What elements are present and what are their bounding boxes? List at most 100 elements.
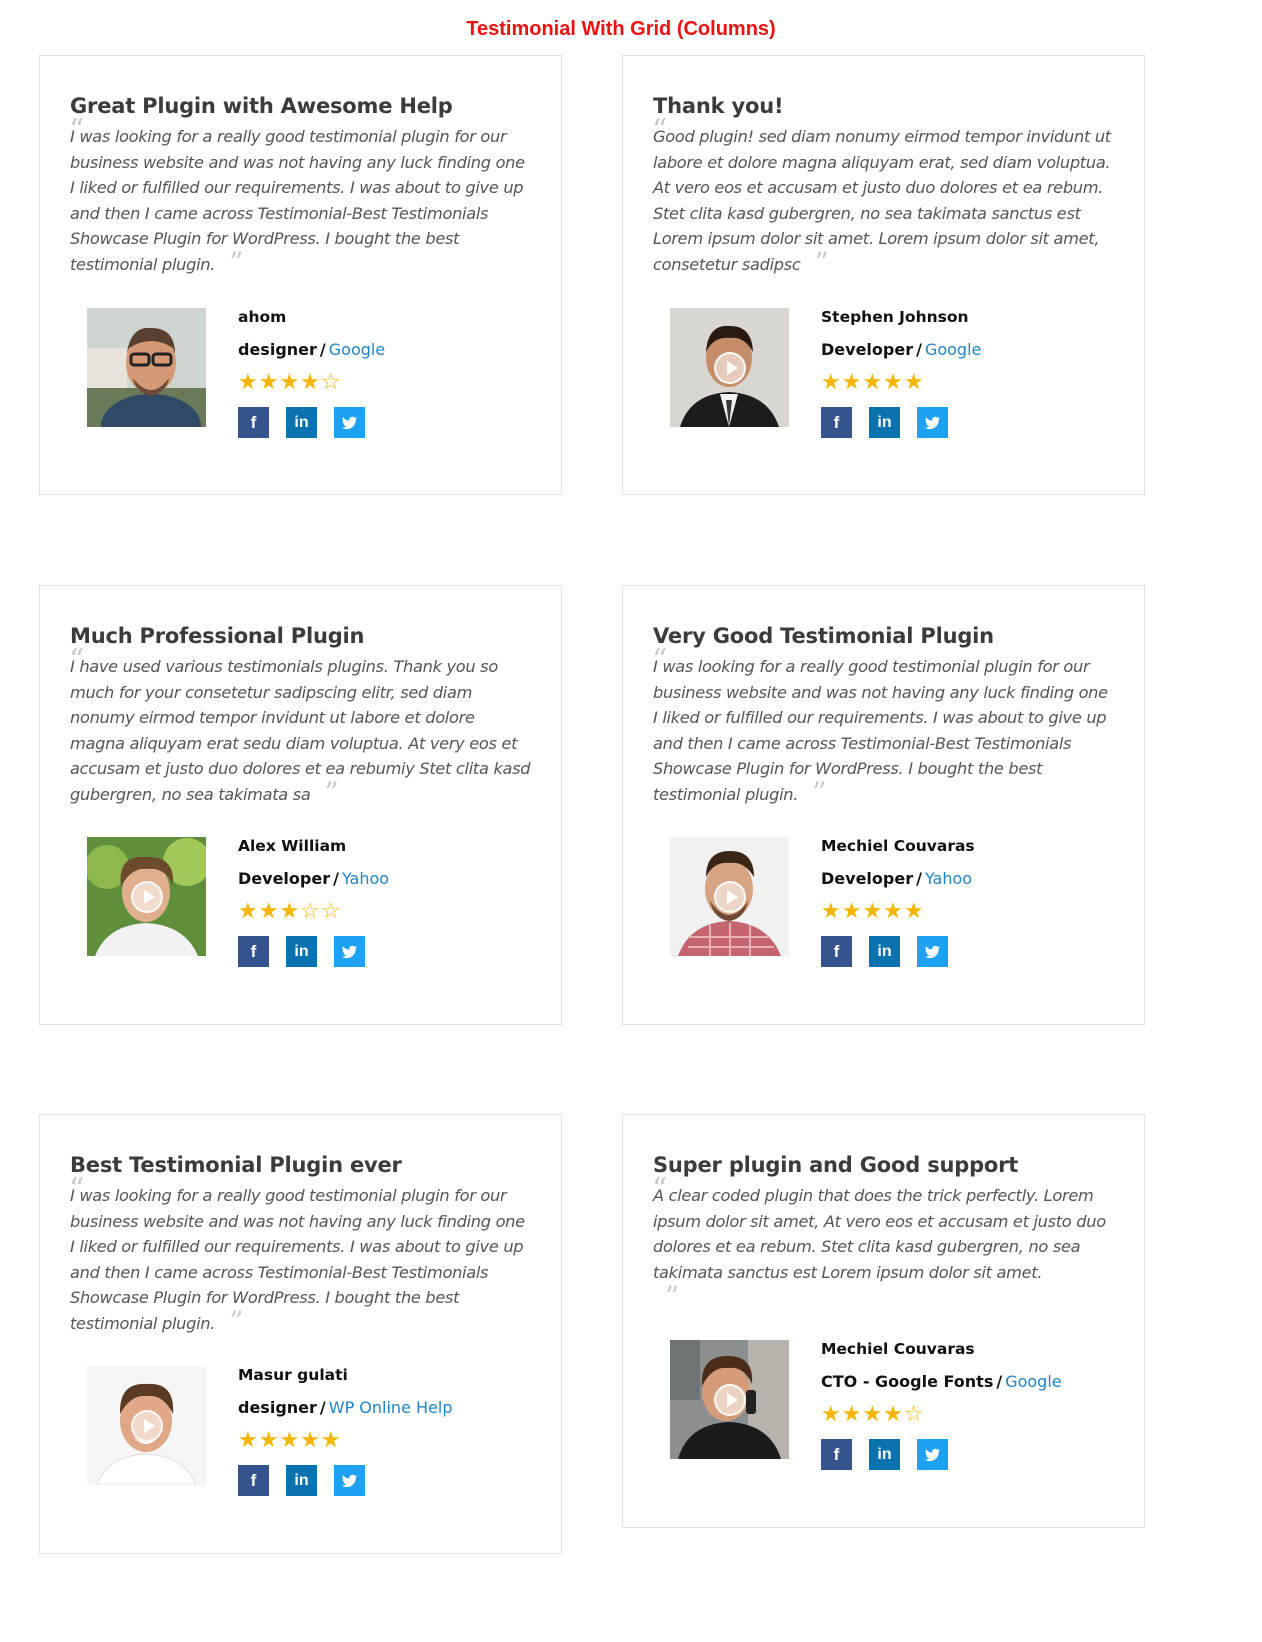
- testimonial-title: Super plugin and Good support: [653, 1153, 1019, 1177]
- testimonial-title: Much Professional Plugin: [70, 624, 365, 648]
- author-role: CTO - Google Fonts / Google: [821, 1372, 1062, 1394]
- company-link[interactable]: Google: [925, 340, 981, 359]
- author-info: Alex William Developer / Yahoo ★★★☆☆ f in: [238, 837, 389, 967]
- testimonial-quote: “ I was looking for a really good testim…: [69, 1172, 525, 1338]
- testimonial-card: Much Professional Plugin “ I have used v…: [39, 585, 562, 1025]
- twitter-icon[interactable]: [917, 407, 948, 438]
- testimonial-card: Thank you! “ Good plugin! sed diam nonum…: [622, 55, 1145, 495]
- quote-open-icon: “: [69, 643, 85, 678]
- linkedin-icon[interactable]: in: [286, 1465, 317, 1496]
- page-title: Testimonial With Grid (Columns): [466, 18, 776, 40]
- avatar[interactable]: [670, 308, 789, 427]
- social-links: f in: [238, 936, 389, 967]
- avatar[interactable]: [670, 837, 789, 956]
- role-separator: /: [996, 1372, 1003, 1391]
- quote-text: Good plugin! sed diam nonumy eirmod temp…: [653, 127, 1111, 274]
- testimonial-title: Great Plugin with Awesome Help: [70, 94, 453, 118]
- author-designation: Developer: [821, 869, 914, 888]
- testimonial-quote: “ I was looking for a really good testim…: [652, 643, 1108, 809]
- avatar: [87, 308, 206, 427]
- play-video-icon[interactable]: [131, 1410, 163, 1442]
- author-name: Stephen Johnson: [821, 308, 969, 326]
- author-info: ahom designer / Google ★★★★☆ f in: [238, 308, 385, 438]
- testimonial-card: Very Good Testimonial Plugin “ I was loo…: [622, 585, 1145, 1025]
- author-designation: Developer: [238, 869, 331, 888]
- testimonial-title: Thank you!: [653, 94, 784, 118]
- facebook-icon[interactable]: f: [238, 936, 269, 967]
- role-separator: /: [319, 340, 326, 359]
- author-designation: CTO - Google Fonts: [821, 1372, 994, 1391]
- quote-open-icon: “: [652, 113, 668, 148]
- social-links: f in: [821, 1439, 1062, 1470]
- author-name: Alex William: [238, 837, 347, 855]
- role-separator: /: [916, 869, 922, 888]
- avatar[interactable]: [87, 1366, 206, 1485]
- play-video-icon[interactable]: [714, 881, 746, 913]
- facebook-icon[interactable]: f: [238, 1465, 269, 1496]
- company-link[interactable]: Google: [329, 340, 385, 359]
- testimonial-quote: “ I have used various testimonials plugi…: [69, 643, 531, 809]
- linkedin-icon[interactable]: in: [286, 407, 317, 438]
- author-role: designer / Google: [238, 340, 385, 362]
- facebook-icon[interactable]: f: [821, 936, 852, 967]
- testimonial-card: Best Testimonial Plugin ever “ I was loo…: [39, 1114, 562, 1554]
- testimonial-card: Great Plugin with Awesome Help “ I was l…: [39, 55, 562, 495]
- twitter-icon[interactable]: [334, 936, 365, 967]
- author-designation: designer: [238, 340, 317, 359]
- author-name: Masur gulati: [238, 1366, 348, 1384]
- twitter-icon[interactable]: [334, 1465, 365, 1496]
- quote-close-icon: ”: [665, 1280, 680, 1313]
- author-info: Mechiel Couvaras Developer / Yahoo ★★★★★ f…: [821, 837, 975, 967]
- facebook-icon[interactable]: f: [821, 1439, 852, 1470]
- social-links: f in: [238, 407, 385, 438]
- company-link[interactable]: WP Online Help: [329, 1398, 453, 1417]
- quote-open-icon: “: [69, 1172, 85, 1207]
- star-rating: ★★★★★: [821, 899, 925, 924]
- author-info: Stephen Johnson Developer / Google ★★★★★ f…: [821, 308, 981, 438]
- testimonial-quote: “ A clear coded plugin that does the tri…: [652, 1175, 1115, 1313]
- linkedin-icon[interactable]: in: [869, 936, 900, 967]
- twitter-icon[interactable]: [334, 407, 365, 438]
- linkedin-icon[interactable]: in: [869, 1439, 900, 1470]
- social-links: f in: [821, 936, 975, 967]
- quote-open-icon: “: [69, 113, 85, 148]
- author-role: Developer / Yahoo: [821, 869, 975, 891]
- star-rating: ★★★☆☆: [238, 899, 342, 924]
- linkedin-icon[interactable]: in: [286, 936, 317, 967]
- role-separator: /: [916, 340, 922, 359]
- star-rating: ★★★★★: [821, 370, 925, 395]
- social-links: f in: [821, 407, 981, 438]
- facebook-icon[interactable]: f: [238, 407, 269, 438]
- author-designation: Developer: [821, 340, 914, 359]
- social-links: f in: [238, 1465, 452, 1496]
- quote-text: I was looking for a really good testimon…: [653, 657, 1108, 804]
- company-link[interactable]: Google: [1005, 1372, 1061, 1391]
- author-name: Mechiel Couvaras: [821, 1340, 975, 1358]
- quote-open-icon: “: [652, 643, 668, 678]
- role-separator: /: [319, 1398, 326, 1417]
- star-rating: ★★★★☆: [821, 1402, 925, 1427]
- avatar[interactable]: [670, 1340, 789, 1459]
- play-video-icon[interactable]: [714, 352, 746, 384]
- facebook-icon[interactable]: f: [821, 407, 852, 438]
- quote-text: I have used various testimonials plugins…: [70, 657, 531, 804]
- quote-text: I was looking for a really good testimon…: [70, 127, 525, 274]
- author-role: Developer / Yahoo: [238, 869, 389, 891]
- linkedin-icon[interactable]: in: [869, 407, 900, 438]
- company-link[interactable]: Yahoo: [342, 869, 389, 888]
- company-link[interactable]: Yahoo: [925, 869, 972, 888]
- play-video-icon[interactable]: [131, 881, 163, 913]
- role-separator: /: [333, 869, 339, 888]
- author-info: Mechiel Couvaras CTO - Google Fonts / Goog…: [821, 1340, 1062, 1470]
- quote-text: I was looking for a really good testimon…: [70, 1186, 525, 1333]
- quote-open-icon: “: [652, 1172, 668, 1207]
- testimonial-card: Super plugin and Good support “ A clear …: [622, 1114, 1145, 1528]
- twitter-icon[interactable]: [917, 1439, 948, 1470]
- twitter-icon[interactable]: [917, 936, 948, 967]
- play-video-icon[interactable]: [714, 1384, 746, 1416]
- author-role: designer / WP Online Help: [238, 1398, 452, 1420]
- avatar[interactable]: [87, 837, 206, 956]
- author-name: Mechiel Couvaras: [821, 837, 975, 855]
- author-info: Masur gulati designer / WP Online Help ★★★…: [238, 1366, 452, 1496]
- star-rating: ★★★★☆: [238, 370, 342, 395]
